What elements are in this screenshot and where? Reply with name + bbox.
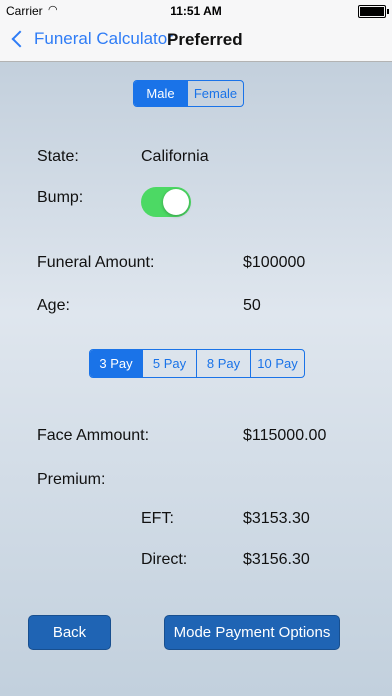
bump-label: Bump:: [37, 189, 84, 206]
gender-segmented-control: Male Female: [133, 80, 244, 107]
toggle-knob: [163, 189, 189, 215]
state-value[interactable]: California: [141, 148, 209, 166]
state-label: State:: [37, 148, 79, 165]
pay-option-3[interactable]: 3 Pay: [90, 350, 143, 377]
status-bar: Carrier ◠ 11:51 AM: [0, 0, 392, 22]
navigation-bar: Funeral Calculator Preferred: [0, 22, 392, 62]
nav-back-label: Funeral Calculator: [34, 29, 173, 48]
age-value[interactable]: 50: [243, 297, 261, 315]
mode-payment-options-button[interactable]: Mode Payment Options: [164, 615, 340, 650]
eft-label: EFT:: [141, 510, 174, 527]
face-amount-value: $115000.00: [243, 427, 327, 444]
chevron-left-icon: [11, 30, 29, 48]
eft-value: $3153.30: [243, 510, 310, 527]
pay-option-8[interactable]: 8 Pay: [197, 350, 251, 377]
funeral-amount-label: Funeral Amount:: [37, 254, 155, 271]
page-title: Preferred: [167, 30, 243, 49]
nav-back-button[interactable]: Funeral Calculator: [8, 29, 173, 49]
clock: 11:51 AM: [170, 4, 222, 18]
gender-option-female[interactable]: Female: [188, 81, 243, 106]
battery-icon: [358, 5, 389, 18]
pay-option-5[interactable]: 5 Pay: [143, 350, 197, 377]
face-amount-label: Face Ammount:: [37, 427, 150, 444]
premium-label: Premium:: [37, 471, 106, 488]
pay-segmented-control: 3 Pay 5 Pay 8 Pay 10 Pay: [89, 349, 305, 378]
age-label: Age:: [37, 297, 70, 314]
bump-toggle[interactable]: [141, 187, 191, 217]
pay-option-10[interactable]: 10 Pay: [251, 350, 304, 377]
direct-value: $3156.30: [243, 551, 310, 568]
back-button[interactable]: Back: [28, 615, 111, 650]
funeral-amount-value[interactable]: $100000: [243, 254, 305, 272]
direct-label: Direct:: [141, 551, 188, 568]
gender-option-male[interactable]: Male: [134, 81, 188, 106]
